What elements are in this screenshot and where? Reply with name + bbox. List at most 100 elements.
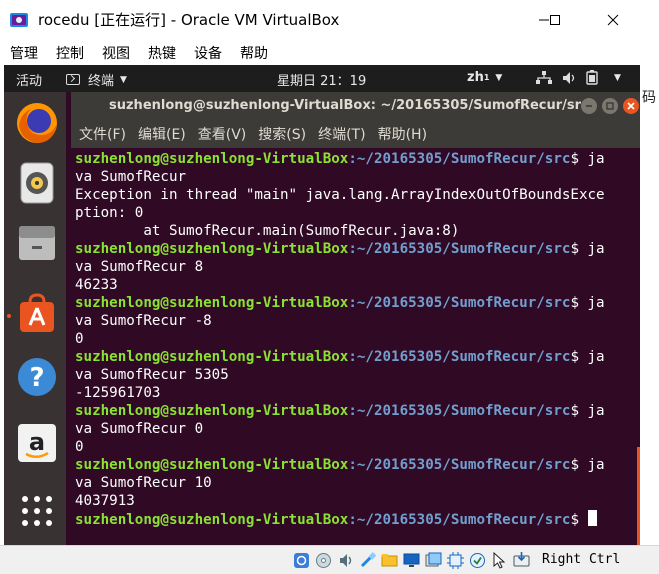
terminal-prompt-line: suzhenlong@suzhenlong-VirtualBox:~/20165… [75,150,640,168]
dock-help[interactable]: ? [14,354,60,400]
status-cpu[interactable] [446,551,465,569]
menu-hotkeys[interactable]: 热键 [146,43,178,63]
prompt-user-host: suzhenlong@suzhenlong-VirtualBox [75,349,349,365]
output-text: va SumofRecur 0 [75,421,204,437]
input-method-sub: 1 [483,73,490,82]
dock-software-center[interactable] [14,290,60,336]
status-guest-additions[interactable] [468,551,487,569]
terminal-menu-terminal[interactable]: 终端(T) [318,124,365,144]
terminal-output-line: 46233 [75,276,640,294]
dock-rhythmbox[interactable] [14,160,60,206]
maximize-icon [606,102,614,110]
terminal-cursor [587,510,597,526]
prompt-path: :~/20165305/SumofRecur/src [348,151,571,167]
menu-devices[interactable]: 设备 [192,43,224,63]
terminal-output-line: va SumofRecur 10 [75,474,640,492]
chevron-down-icon: ▼ [495,72,503,83]
prompt-path: :~/20165305/SumofRecur/src [348,295,571,311]
usb-icon [360,551,376,567]
show-applications-button[interactable] [14,488,60,534]
mouse-integration-icon [493,551,506,569]
host-key-label: Right Ctrl [542,552,621,567]
terminal-prompt-line: suzhenlong@suzhenlong-VirtualBox:~/20165… [75,402,640,420]
menu-view[interactable]: 视图 [100,43,132,63]
menu-machine[interactable]: 管理 [8,43,40,63]
menu-help[interactable]: 帮助 [238,43,270,63]
dock-firefox[interactable] [14,100,60,146]
output-text: va SumofRecur -8 [75,313,212,329]
prompt-path: :~/20165305/SumofRecur/src [348,457,571,473]
guest-additions-icon [470,552,485,568]
amazon-icon: a [18,424,56,462]
rhythmbox-icon [20,162,54,204]
terminal-menubar: 文件(F) 编辑(E) 查看(V) 搜索(S) 终端(T) 帮助(H) [71,120,640,148]
video-capture-icon [425,552,442,566]
terminal-prompt-line: suzhenlong@suzhenlong-VirtualBox:~/20165… [75,348,640,366]
menu-control[interactable]: 控制 [54,43,86,63]
terminal-icon [66,74,80,85]
dock-amazon[interactable]: a [14,420,60,466]
input-method-indicator[interactable]: zh 1 ▼ [467,70,502,85]
volume-icon [563,71,575,84]
status-icons [292,551,531,569]
guest-display[interactable]: 活动 终端 ▼ 星期日 21：19 zh 1 ▼ ▼ ? a suzhenlon… [4,65,640,545]
system-tray[interactable]: ▼ [536,70,621,85]
battery-icon [586,70,598,85]
prompt-command-text: $ ja [570,151,605,167]
close-button[interactable] [590,0,636,40]
host-statusbar: Right Ctrl [0,545,659,574]
terminal-menu-edit[interactable]: 编辑(E) [138,124,186,144]
status-audio[interactable] [336,551,355,569]
app-menu-label: 终端 [88,74,115,89]
terminal-menu-help[interactable]: 帮助(H) [378,124,427,144]
prompt-command-text: $ ja [570,241,605,257]
terminal-output[interactable]: suzhenlong@suzhenlong-VirtualBox:~/20165… [71,148,640,545]
terminal-minimize-button[interactable] [581,98,597,114]
prompt-command-text: $ ja [570,457,605,473]
terminal-menu-search[interactable]: 搜索(S) [258,124,306,144]
terminal-menu-file[interactable]: 文件(F) [79,124,126,144]
status-display[interactable] [402,551,421,569]
dock-files[interactable] [14,220,60,266]
prompt-path: :~/20165305/SumofRecur/src [348,241,571,257]
prompt-user-host: suzhenlong@suzhenlong-VirtualBox [75,241,349,257]
optical-drive-icon [316,552,331,568]
files-icon [19,226,55,260]
status-shared-folders[interactable] [380,551,399,569]
prompt-path: :~/20165305/SumofRecur/src [348,349,571,365]
prompt-path: :~/20165305/SumofRecur/src [348,403,571,419]
status-video-capture[interactable] [424,551,443,569]
status-optical-drive[interactable] [314,551,333,569]
close-icon [627,102,635,110]
terminal-output-line: va SumofRecur 8 [75,258,640,276]
terminal-output-line: ption: 0 [75,204,640,222]
ubuntu-dock: ? a [4,92,66,545]
activities-button[interactable]: 活动 [16,70,42,89]
host-background-strip: 码 [640,65,659,545]
host-menubar: 管理 控制 视图 热键 设备 帮助 [0,40,659,65]
maximize-button[interactable] [532,0,578,40]
terminal-titlebar[interactable]: suzhenlong@suzhenlong-VirtualBox: ~/2016… [71,92,640,120]
terminal-maximize-button[interactable] [602,98,618,114]
output-text: 46233 [75,277,118,293]
output-text: ption: 0 [75,205,144,221]
terminal-menu-view[interactable]: 查看(V) [198,124,247,144]
output-text: 0 [75,331,84,347]
clock[interactable]: 星期日 21：19 [277,70,366,89]
input-method-label: zh [467,70,484,85]
software-center-icon [20,293,54,332]
output-text: at SumofRecur.main(SumofRecur.java:8) [75,223,460,239]
app-menu-terminal[interactable]: 终端 ▼ [66,70,127,89]
terminal-output-line: va SumofRecur -8 [75,312,640,330]
terminal-output-line: 0 [75,438,640,456]
status-usb[interactable] [358,551,377,569]
firefox-icon [17,103,57,143]
status-mouse-integration[interactable] [490,551,509,569]
status-host-key-arrow[interactable] [512,551,531,569]
terminal-close-button[interactable] [623,98,639,114]
status-hard-disk[interactable] [292,551,311,569]
host-titlebar: rocedu [正在运行] - Oracle VM VirtualBox [0,0,659,40]
maximize-icon [550,15,560,25]
cpu-icon [447,551,464,569]
terminal-window[interactable]: suzhenlong@suzhenlong-VirtualBox: ~/2016… [71,92,640,545]
